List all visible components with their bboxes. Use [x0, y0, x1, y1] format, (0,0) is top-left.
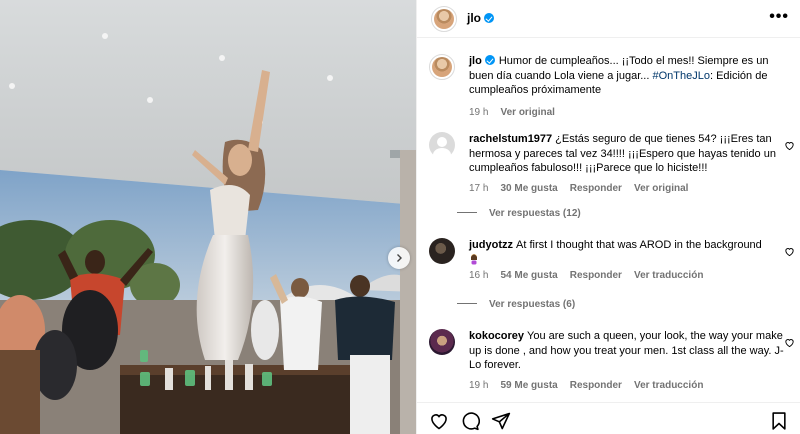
- caption-avatar[interactable]: [429, 54, 455, 80]
- comment-time: 19 h: [469, 379, 489, 391]
- see-original-link[interactable]: Ver original: [634, 183, 688, 194]
- chevron-right-icon: [397, 254, 402, 262]
- comment-icon[interactable]: [460, 411, 480, 431]
- heart-icon[interactable]: [429, 411, 449, 431]
- more-options-button[interactable]: •••: [769, 9, 789, 25]
- reply-button[interactable]: Responder: [570, 270, 622, 281]
- send-icon[interactable]: [491, 411, 511, 431]
- reply-button[interactable]: Responder: [570, 183, 622, 194]
- see-translation-link[interactable]: Ver traducción: [634, 270, 703, 281]
- commenter-avatar[interactable]: [429, 238, 455, 264]
- comment-time: 17 h: [469, 182, 489, 194]
- heart-icon[interactable]: [784, 140, 795, 151]
- comment-time: 16 h: [469, 270, 489, 281]
- heart-icon[interactable]: [784, 337, 795, 348]
- post-photo: [0, 0, 416, 434]
- next-photo-button[interactable]: [388, 247, 410, 269]
- commenter-avatar[interactable]: [429, 329, 455, 355]
- hashtag-link[interactable]: #OnTheJLo: [652, 70, 709, 82]
- bookmark-icon[interactable]: [769, 411, 789, 431]
- heart-icon[interactable]: [784, 246, 795, 257]
- party-photo-illustration: [0, 0, 416, 434]
- comment-username[interactable]: judyotzz: [469, 239, 513, 251]
- author-avatar[interactable]: [431, 6, 457, 32]
- action-bar: [417, 402, 800, 434]
- comment-likes[interactable]: 54 Me gusta: [500, 270, 557, 281]
- see-translation-link[interactable]: Ver traducción: [634, 380, 703, 391]
- see-original-link[interactable]: Ver original: [500, 107, 554, 118]
- author-name-row: jlo: [467, 11, 494, 25]
- post-panel: jlo ••• jlo Humor de cumpleaños... ¡¡Todo…: [416, 0, 800, 434]
- comment-likes[interactable]: 59 Me gusta: [500, 380, 557, 391]
- view-replies-button[interactable]: Ver respuestas (12): [457, 208, 581, 219]
- caption-time: 19 h: [469, 106, 489, 118]
- woman-emoji-icon: [471, 253, 477, 264]
- verified-badge-icon: [484, 55, 495, 65]
- comment-text: At first I thought that was AROD in the …: [516, 239, 762, 251]
- comment-username[interactable]: rachelstum1977: [469, 133, 552, 145]
- post-header: jlo •••: [417, 0, 800, 38]
- reply-button[interactable]: Responder: [570, 380, 622, 391]
- caption-username[interactable]: jlo: [469, 55, 482, 67]
- verified-badge-icon: [484, 13, 494, 23]
- comment-username[interactable]: kokocorey: [469, 330, 524, 342]
- author-username[interactable]: jlo: [467, 11, 481, 25]
- comments-section: jlo Humor de cumpleaños... ¡¡Todo el mes!…: [417, 38, 800, 402]
- comment-likes[interactable]: 30 Me gusta: [500, 183, 557, 194]
- commenter-avatar[interactable]: [429, 132, 455, 162]
- view-replies-button[interactable]: Ver respuestas (6): [457, 299, 575, 310]
